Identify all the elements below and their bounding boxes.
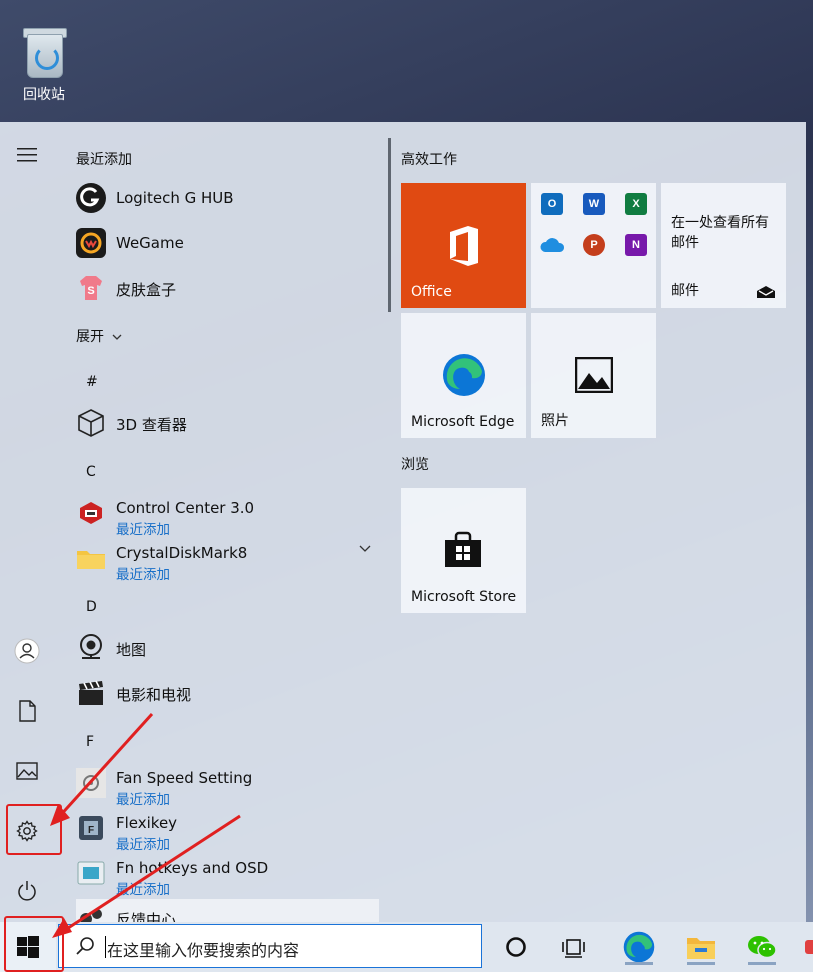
tile-microsoft-edge[interactable]: Microsoft Edge bbox=[401, 313, 526, 438]
user-icon bbox=[14, 638, 40, 664]
section-letter-d[interactable]: D bbox=[86, 599, 97, 615]
mail-envelope-icon bbox=[757, 286, 775, 298]
app-list: 最近添加 Logitech G HUB WeGame S 皮肤盒子 展开 # 3… bbox=[54, 122, 379, 922]
tile-mail[interactable]: 在一处查看所有邮件 邮件 bbox=[661, 183, 786, 308]
file-explorer-icon bbox=[687, 938, 715, 959]
app-logitech-g-hub[interactable]: Logitech G HUB bbox=[76, 179, 376, 219]
search-placeholder: 在这里输入你要搜索的内容 bbox=[107, 941, 300, 960]
text-caret bbox=[105, 936, 106, 958]
outlook-icon[interactable]: O bbox=[541, 193, 563, 215]
running-indicator bbox=[748, 962, 776, 965]
map-pin-icon bbox=[80, 634, 102, 659]
app-list-scrollbar[interactable] bbox=[388, 138, 391, 312]
powerpoint-icon[interactable]: P bbox=[583, 234, 605, 256]
task-view-button[interactable] bbox=[555, 928, 595, 966]
photos-icon bbox=[575, 357, 613, 393]
app-crystaldiskmark[interactable]: CrystalDiskMark8 最近添加 bbox=[76, 539, 376, 583]
edge-icon bbox=[443, 354, 485, 396]
word-icon[interactable]: W bbox=[583, 193, 605, 215]
running-indicator bbox=[625, 962, 653, 965]
chevron-down-icon bbox=[112, 334, 122, 340]
app-wegame[interactable]: WeGame bbox=[76, 224, 376, 264]
power-icon bbox=[18, 881, 36, 901]
section-letter-c[interactable]: C bbox=[86, 464, 96, 480]
flexikey-icon: F bbox=[79, 816, 103, 840]
account-button[interactable] bbox=[8, 632, 46, 670]
document-icon bbox=[19, 700, 36, 722]
cube-icon bbox=[78, 409, 104, 437]
annotation-start-highlight bbox=[4, 916, 64, 972]
office-logo-icon bbox=[450, 226, 478, 266]
taskbar: 在这里输入你要搜索的内容 bbox=[0, 922, 813, 972]
search-icon bbox=[76, 937, 94, 955]
cortana-circle-icon bbox=[506, 937, 526, 957]
tiles-area: 高效工作 Office O W X P N 在一处查看所有邮件 邮件 Micro… bbox=[400, 122, 800, 922]
logitech-icon bbox=[76, 183, 106, 213]
annotation-settings-highlight bbox=[6, 804, 62, 855]
picture-icon bbox=[16, 762, 38, 780]
wechat-icon bbox=[748, 936, 777, 959]
recycle-bin-label: 回收站 bbox=[23, 87, 65, 103]
task-view-icon bbox=[562, 939, 585, 958]
section-letter-f[interactable]: F bbox=[86, 734, 94, 750]
tile-microsoft-store[interactable]: Microsoft Store bbox=[401, 488, 526, 613]
svg-text:S: S bbox=[87, 285, 94, 297]
expand-button[interactable]: 展开 bbox=[76, 326, 122, 346]
tile-office-apps-group[interactable]: O W X P N bbox=[531, 183, 656, 308]
app-control-center[interactable]: Control Center 3.0 最近添加 bbox=[76, 494, 376, 538]
tile-group-browse[interactable]: 浏览 bbox=[401, 454, 429, 474]
pictures-button[interactable] bbox=[8, 752, 46, 790]
app-fan-speed-setting[interactable]: Fan Speed Setting 最近添加 bbox=[76, 764, 376, 808]
hamburger-menu-button[interactable] bbox=[8, 136, 46, 174]
taskbar-wechat[interactable] bbox=[742, 928, 782, 966]
tile-photos[interactable]: 照片 bbox=[531, 313, 656, 438]
start-menu: 最近添加 Logitech G HUB WeGame S 皮肤盒子 展开 # 3… bbox=[0, 122, 806, 922]
svg-text:F: F bbox=[88, 825, 94, 836]
store-bag-icon bbox=[445, 531, 481, 567]
tile-office[interactable]: Office bbox=[401, 183, 526, 308]
taskbar-overflow-app[interactable] bbox=[805, 940, 813, 954]
documents-button[interactable] bbox=[8, 692, 46, 730]
wegame-icon bbox=[76, 228, 106, 258]
taskbar-file-explorer[interactable] bbox=[681, 928, 721, 966]
edge-icon bbox=[623, 931, 655, 963]
cortana-button[interactable] bbox=[496, 928, 536, 966]
clapperboard-icon bbox=[79, 680, 103, 705]
app-flexikey[interactable]: F Flexikey 最近添加 bbox=[76, 809, 376, 853]
recent-header: 最近添加 bbox=[76, 152, 132, 168]
app-maps[interactable]: 地图 bbox=[76, 629, 376, 669]
recycle-bin-icon bbox=[21, 26, 67, 78]
app-skin-box[interactable]: S 皮肤盒子 bbox=[76, 269, 376, 309]
power-button[interactable] bbox=[8, 872, 46, 910]
onenote-icon[interactable]: N bbox=[625, 234, 647, 256]
skin-box-icon: S bbox=[80, 276, 102, 300]
excel-icon[interactable]: X bbox=[625, 193, 647, 215]
feedback-hub-icon bbox=[80, 909, 102, 922]
onedrive-icon[interactable] bbox=[539, 236, 565, 254]
mail-tile-text: 在一处查看所有邮件 bbox=[671, 215, 769, 251]
fan-icon bbox=[76, 768, 106, 798]
hamburger-icon bbox=[17, 148, 37, 162]
section-letter-hash[interactable]: # bbox=[86, 374, 98, 390]
control-center-icon bbox=[80, 502, 102, 524]
folder-expand-chevron-icon[interactable] bbox=[359, 545, 371, 553]
fn-hotkeys-icon bbox=[77, 861, 105, 885]
tile-group-productivity[interactable]: 高效工作 bbox=[401, 149, 457, 169]
app-fn-hotkeys[interactable]: Fn hotkeys and OSD 最近添加 bbox=[76, 854, 376, 898]
recycle-bin-shortcut[interactable]: 回收站 bbox=[14, 26, 74, 104]
start-rail bbox=[0, 122, 54, 922]
app-feedback-hub[interactable]: 反馈中心 bbox=[76, 899, 379, 922]
folder-icon bbox=[77, 551, 105, 569]
app-movies-tv[interactable]: 电影和电视 bbox=[76, 674, 376, 714]
app-3d-viewer[interactable]: 3D 查看器 bbox=[76, 404, 376, 444]
running-indicator bbox=[687, 962, 715, 965]
taskbar-search-box[interactable]: 在这里输入你要搜索的内容 bbox=[58, 924, 482, 968]
taskbar-edge[interactable] bbox=[619, 928, 659, 966]
